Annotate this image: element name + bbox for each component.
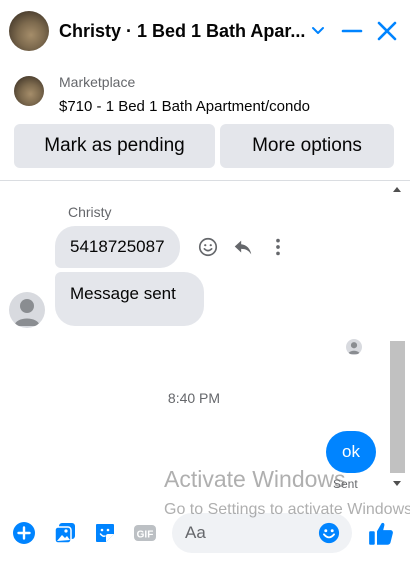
chat-title[interactable]: Christy · 1 Bed 1 Bath Apar... [59, 21, 305, 42]
composer-bar: GIF [0, 499, 410, 568]
listing-thumbnail[interactable] [14, 76, 44, 106]
message-timestamp: 8:40 PM [167, 390, 221, 406]
chat-header: Christy · 1 Bed 1 Bath Apar... [0, 0, 410, 62]
scroll-up-arrow-icon[interactable] [393, 187, 401, 192]
message-text: 5418725087 [70, 237, 165, 256]
svg-text:GIF: GIF [137, 530, 154, 541]
sent-status: Sent [333, 477, 358, 491]
mark-as-pending-button[interactable]: Mark as pending [14, 124, 215, 168]
message-text: Message sent [70, 284, 176, 303]
gif-icon[interactable]: GIF [133, 521, 157, 545]
plus-icon[interactable] [12, 521, 36, 545]
listing-title[interactable]: $710 - 1 Bed 1 Bath Apartment/condo [59, 98, 310, 115]
reply-icon[interactable] [232, 236, 254, 258]
marketplace-panel: Marketplace $710 - 1 Bed 1 Bath Apartmen… [0, 62, 410, 181]
sender-name: Christy [68, 204, 112, 220]
seen-indicator-avatar [346, 339, 362, 355]
contact-avatar[interactable] [9, 11, 49, 51]
sticker-icon[interactable] [93, 521, 117, 545]
more-actions-icon[interactable] [267, 236, 289, 258]
message-text: ok [342, 442, 360, 461]
react-emoji-icon[interactable] [197, 236, 219, 258]
received-message-bubble[interactable]: Message sent [55, 272, 204, 326]
close-icon[interactable] [375, 19, 399, 43]
emoji-icon[interactable] [318, 522, 340, 544]
chevron-down-icon[interactable] [306, 19, 330, 43]
scroll-down-arrow-icon[interactable] [393, 481, 401, 486]
thread-scrollbar[interactable] [388, 181, 407, 493]
like-icon[interactable] [368, 520, 395, 547]
user-silhouette-icon [14, 299, 40, 326]
user-silhouette-icon [348, 342, 360, 355]
message-thread: Christy 5418725087 Message sent 8:40 PM … [0, 181, 388, 493]
more-options-button[interactable]: More options [220, 124, 394, 168]
sent-message-bubble[interactable]: ok [326, 431, 376, 473]
marketplace-label: Marketplace [59, 74, 136, 90]
sender-avatar[interactable] [9, 292, 45, 328]
received-message-bubble[interactable]: 5418725087 [55, 226, 180, 268]
minimize-icon[interactable] [340, 19, 364, 43]
scroll-thumb[interactable] [390, 341, 405, 473]
photo-icon[interactable] [53, 521, 77, 545]
